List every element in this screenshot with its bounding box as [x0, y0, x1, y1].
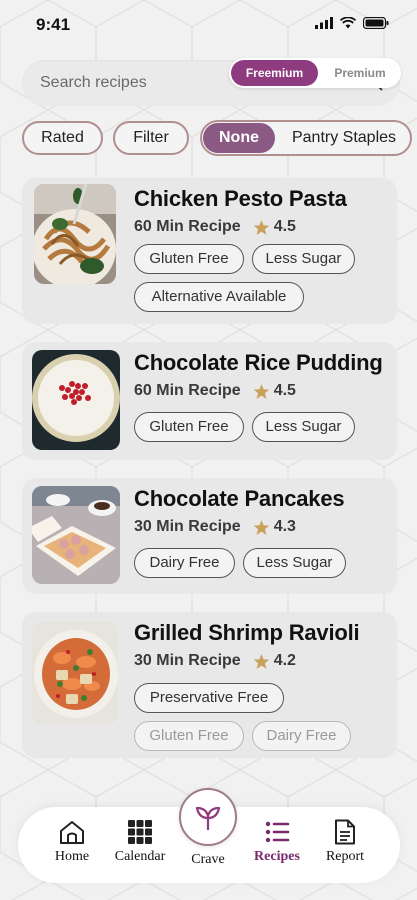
status-icons — [315, 17, 389, 29]
nav-calendar[interactable]: Calendar — [105, 819, 175, 865]
recipe-meta: 30 Min Recipe 4.3 — [134, 518, 296, 536]
tier-premium-option[interactable]: Premium — [323, 60, 397, 86]
recipe-rating: 4.2 — [273, 652, 296, 669]
recipe-title: Chocolate Pancakes — [134, 486, 345, 511]
recipe-image — [32, 486, 120, 584]
star-icon — [253, 653, 269, 669]
nav-home-label: Home — [54, 849, 90, 864]
diet-tag: Dairy Free — [252, 721, 351, 751]
pantry-segment-control: None Pantry Staples — [200, 120, 412, 156]
nav-recipes-label: Recipes — [254, 849, 300, 864]
list-icon — [265, 821, 290, 843]
diet-tag: Preservative Free — [134, 683, 284, 713]
recipe-meta: 60 Min Recipe 4.5 — [134, 382, 296, 400]
sprout-icon — [195, 806, 221, 830]
recipe-card[interactable]: Chicken Pesto Pasta 60 Min Recipe 4.5 Gl… — [22, 178, 397, 324]
recipe-image — [34, 184, 116, 284]
diet-tag: Alternative Available — [134, 282, 304, 312]
diet-tag: Gluten Free — [134, 244, 244, 274]
recipe-card[interactable]: Chocolate Pancakes 30 Min Recipe 4.3 Dai… — [22, 478, 397, 594]
recipe-card[interactable]: Grilled Shrimp Ravioli 30 Min Recipe 4.2… — [22, 612, 397, 758]
recipe-card[interactable]: Chocolate Rice Pudding 60 Min Recipe 4.5… — [22, 342, 397, 460]
recipe-image — [32, 350, 120, 450]
nav-recipes[interactable]: Recipes — [242, 819, 312, 865]
nav-report[interactable]: Report — [310, 819, 380, 865]
diet-tag: Gluten Free — [134, 721, 244, 751]
recipe-meta: 60 Min Recipe 4.5 — [134, 218, 296, 236]
diet-tag: Less Sugar — [252, 412, 355, 442]
status-bar: 9:41 — [0, 0, 417, 50]
diet-tag: Gluten Free — [134, 412, 244, 442]
star-icon — [253, 219, 269, 235]
star-icon — [253, 383, 269, 399]
filter-chip[interactable]: Filter — [113, 121, 189, 155]
home-icon — [60, 821, 84, 844]
battery-icon — [363, 17, 389, 29]
recipe-rating: 4.3 — [273, 518, 296, 535]
recipe-time: 30 Min Recipe — [134, 652, 241, 669]
recipe-title: Chicken Pesto Pasta — [134, 186, 347, 211]
star-icon — [253, 519, 269, 535]
recipe-time: 60 Min Recipe — [134, 218, 241, 235]
recipe-time: 30 Min Recipe — [134, 518, 241, 535]
diet-tag: Dairy Free — [134, 548, 235, 578]
recipe-image — [32, 622, 118, 724]
nav-home[interactable]: Home — [37, 819, 107, 865]
wifi-icon — [340, 17, 356, 29]
nav-report-label: Report — [325, 849, 365, 864]
recipe-title: Chocolate Rice Pudding — [134, 350, 383, 375]
recipe-rating: 4.5 — [273, 218, 296, 235]
tier-freemium-option[interactable]: Freemium — [231, 60, 318, 86]
recipe-time: 60 Min Recipe — [134, 382, 241, 399]
tier-toggle: Freemium Premium — [229, 58, 401, 88]
status-time: 9:41 — [36, 15, 71, 34]
search-input[interactable] — [40, 72, 230, 94]
diet-tag: Less Sugar — [243, 548, 346, 578]
crave-button[interactable] — [179, 788, 237, 846]
nav-crave-label: Crave — [191, 852, 225, 867]
nav-calendar-label: Calendar — [114, 849, 166, 864]
recipe-rating: 4.5 — [273, 382, 296, 399]
rated-chip[interactable]: Rated — [22, 121, 103, 155]
diet-tag: Less Sugar — [252, 244, 355, 274]
signal-icon — [315, 17, 333, 29]
segment-none-option[interactable]: None — [203, 123, 275, 153]
calendar-icon — [128, 820, 152, 844]
recipe-title: Grilled Shrimp Ravioli — [134, 620, 360, 645]
recipe-meta: 30 Min Recipe 4.2 — [134, 652, 296, 670]
segment-pantry-staples-option[interactable]: Pantry Staples — [280, 123, 408, 153]
report-icon — [335, 819, 355, 845]
